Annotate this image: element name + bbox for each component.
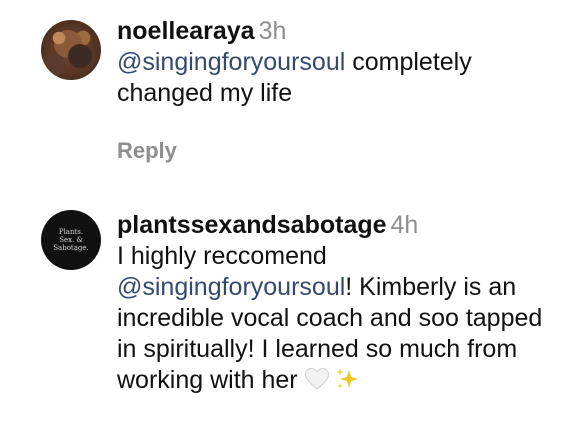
comment-timestamp: 3h <box>258 17 287 45</box>
comment-plantssexandsabotage: Plants. Sex. & Sabotage. plantssexandsab… <box>41 210 551 430</box>
comment-noellearaya: noellearaya 3h @singingforyoursoul comple… <box>41 16 551 166</box>
avatar[interactable]: Plants. Sex. & Sabotage. <box>41 210 101 270</box>
comment-username[interactable]: noellearaya <box>117 17 255 45</box>
reply-button[interactable]: Reply <box>117 138 177 164</box>
comment-body: noellearaya 3h @singingforyoursoul comple… <box>117 16 557 109</box>
comment-timestamp: 4h <box>390 211 419 239</box>
comment-body: plantssexandsabotage 4h I highly reccomen… <box>117 210 557 396</box>
avatar[interactable] <box>41 20 101 80</box>
mention-link[interactable]: @singingforyoursoul <box>117 273 345 301</box>
white-heart-icon <box>304 367 330 391</box>
comment-username[interactable]: plantssexandsabotage <box>117 211 387 239</box>
sparkles-icon <box>334 366 360 392</box>
mention-link[interactable]: @singingforyoursoul <box>117 48 345 76</box>
comment-text-intro: I highly reccomend <box>117 242 327 270</box>
avatar-logo-text: Plants. Sex. & Sabotage. <box>53 228 89 252</box>
